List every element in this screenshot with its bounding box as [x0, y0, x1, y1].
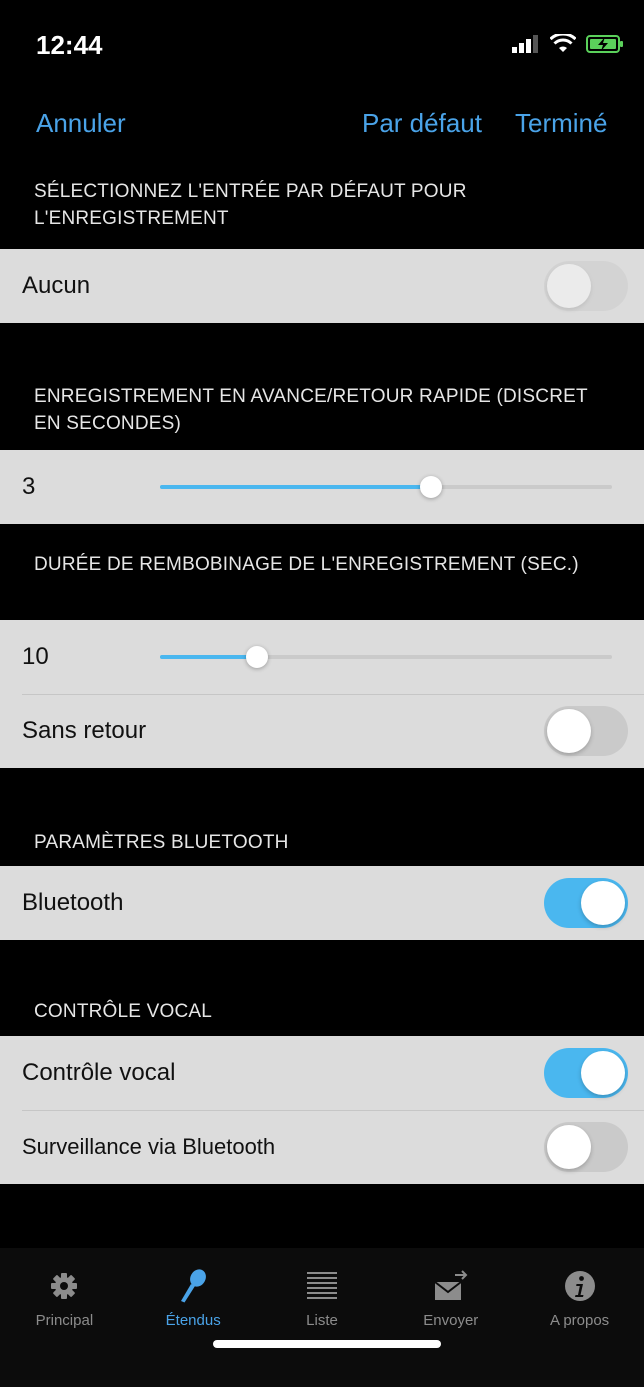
no-rewind-label: Sans retour — [22, 717, 147, 744]
home-indicator — [213, 1340, 441, 1348]
input-toggle[interactable] — [544, 261, 628, 311]
rewind-value: 10 — [22, 643, 49, 670]
slider-thumb[interactable] — [420, 476, 443, 498]
slider-fill — [160, 655, 258, 659]
toggle-knob — [547, 1125, 591, 1169]
tab-label: Liste — [306, 1312, 338, 1329]
slider-thumb[interactable] — [246, 646, 269, 668]
voice-toggle[interactable] — [544, 1048, 628, 1098]
toggle-knob — [581, 881, 625, 925]
battery-charging-icon — [586, 35, 623, 53]
list-icon — [306, 1272, 337, 1299]
no-rewind-toggle[interactable] — [544, 706, 628, 756]
skip-value: 3 — [22, 473, 36, 500]
row-rewind: 10 — [0, 620, 644, 694]
wifi-icon — [550, 34, 576, 52]
group-skip: 3 — [0, 450, 644, 524]
status-icons — [512, 34, 624, 54]
info-icon — [564, 1271, 595, 1301]
status-time: 12:44 — [36, 30, 103, 60]
microphone-icon — [181, 1269, 207, 1303]
section-header-voice: CONTRÔLE VOCAL — [34, 1001, 213, 1022]
group-voice: Contrôle vocal Surveillance via Bluetoot… — [0, 1036, 644, 1184]
section-header-rewind: DURÉE DE REMBOBINAGE DE L'ENREGISTREMENT… — [34, 554, 579, 575]
tab-label: A propos — [549, 1312, 610, 1329]
tab-principal[interactable]: Principal — [0, 1248, 129, 1348]
group-rewind: 10 Sans retour — [0, 620, 644, 768]
cancel-button[interactable]: Annuler — [36, 108, 126, 139]
bluetooth-toggle[interactable] — [544, 878, 628, 928]
section-header-input: SÉLECTIONNEZ L'ENTRÉE PAR DÉFAUT POUR L'… — [34, 181, 467, 229]
row-no-rewind: Sans retour — [0, 694, 644, 768]
nav-bar: Annuler Par défaut Terminé — [0, 100, 644, 150]
monitor-toggle[interactable] — [544, 1122, 628, 1172]
done-button[interactable]: Terminé — [515, 108, 607, 139]
section-header-bluetooth: PARAMÈTRES BLUETOOTH — [34, 832, 289, 853]
status-bar: 12:44 — [0, 0, 644, 90]
gear-icon — [51, 1273, 78, 1299]
slider-fill — [160, 485, 432, 489]
toggle-knob — [581, 1051, 625, 1095]
tab-label: Envoyer — [423, 1312, 479, 1329]
tab-etendus[interactable]: Étendus — [129, 1248, 258, 1348]
defaults-button[interactable]: Par défaut — [362, 108, 482, 139]
signal-icon — [512, 35, 538, 53]
monitor-label: Surveillance via Bluetooth — [22, 1134, 276, 1159]
tab-bar: Principal Étendus Liste Envoyer A propos — [0, 1248, 644, 1387]
row-bluetooth: Bluetooth — [0, 866, 644, 940]
row-monitor: Surveillance via Bluetooth — [0, 1110, 644, 1184]
row-input: Aucun — [0, 249, 644, 323]
row-skip: 3 — [0, 450, 644, 524]
rewind-slider[interactable] — [160, 646, 612, 668]
tab-label: Principal — [35, 1312, 94, 1329]
row-voice: Contrôle vocal — [0, 1036, 644, 1110]
tab-label: Étendus — [165, 1312, 221, 1329]
tab-apropos[interactable]: A propos — [515, 1248, 644, 1348]
section-header-skip: ENREGISTREMENT EN AVANCE/RETOUR RAPIDE (… — [34, 386, 588, 434]
toggle-knob — [547, 264, 591, 308]
group-input: Aucun — [0, 249, 644, 323]
group-bluetooth: Bluetooth — [0, 866, 644, 940]
toggle-knob — [547, 709, 591, 753]
skip-slider[interactable] — [160, 476, 612, 498]
tab-envoyer[interactable]: Envoyer — [386, 1248, 515, 1348]
bluetooth-label: Bluetooth — [22, 889, 124, 916]
tab-liste[interactable]: Liste — [258, 1248, 387, 1348]
input-value: Aucun — [22, 272, 91, 299]
send-mail-icon — [434, 1270, 468, 1300]
voice-label: Contrôle vocal — [22, 1059, 176, 1086]
